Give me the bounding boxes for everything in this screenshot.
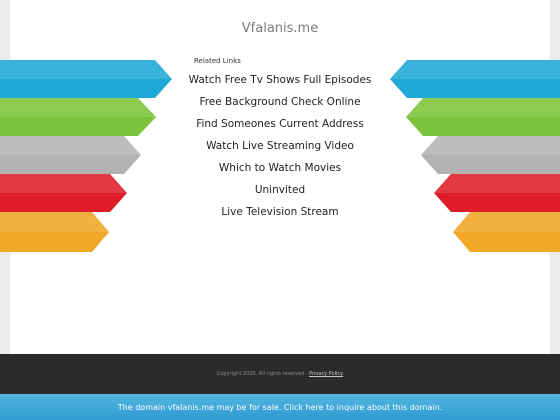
arrow-left-green xyxy=(0,98,156,136)
domain-sale-banner[interactable]: The domain vfalanis.me may be for sale. … xyxy=(0,394,560,420)
footer-copyright: Copyright 2020. All rights reserved. xyxy=(216,371,307,377)
privacy-policy-link[interactable]: Privacy Policy xyxy=(309,371,343,377)
site-title: Vfalanis.me xyxy=(241,21,319,36)
footer: Copyright 2020. All rights reserved. Pri… xyxy=(0,354,560,394)
list-item: Watch Free Tv Shows Full Episodes xyxy=(189,69,372,91)
arrow-left-orange xyxy=(0,212,109,252)
related-links-section: Related Links Watch Free Tv Shows Full E… xyxy=(189,57,372,223)
list-item: Free Background Check Online xyxy=(194,91,366,113)
related-link-background-check[interactable]: Free Background Check Online xyxy=(199,96,360,108)
list-item: Find Someones Current Address xyxy=(194,113,366,135)
list-item: Uninvited xyxy=(194,179,366,201)
related-link-live-tv[interactable]: Live Television Stream xyxy=(221,206,338,218)
arrow-right-blue xyxy=(390,60,560,98)
related-link-watch-movies[interactable]: Which to Watch Movies xyxy=(219,162,341,174)
related-link-uninvited[interactable]: Uninvited xyxy=(255,184,305,196)
arrow-right-green xyxy=(406,98,560,136)
arrow-right-orange xyxy=(453,212,560,252)
related-links-label: Related Links xyxy=(194,57,241,65)
related-link-tv-shows[interactable]: Watch Free Tv Shows Full Episodes xyxy=(189,74,372,86)
related-link-streaming-video[interactable]: Watch Live Streaming Video xyxy=(206,140,354,152)
list-item: Watch Live Streaming Video xyxy=(194,135,366,157)
arrow-left-blue xyxy=(0,60,172,98)
arrow-left-red xyxy=(0,174,127,212)
arrow-left-gray xyxy=(0,136,141,174)
related-links-list: Watch Free Tv Shows Full Episodes Free B… xyxy=(189,69,372,223)
related-link-current-address[interactable]: Find Someones Current Address xyxy=(196,118,364,130)
arrow-right-gray xyxy=(421,136,560,174)
arrow-right-red xyxy=(434,174,560,212)
list-item: Live Television Stream xyxy=(194,201,366,223)
list-item: Which to Watch Movies xyxy=(194,157,366,179)
